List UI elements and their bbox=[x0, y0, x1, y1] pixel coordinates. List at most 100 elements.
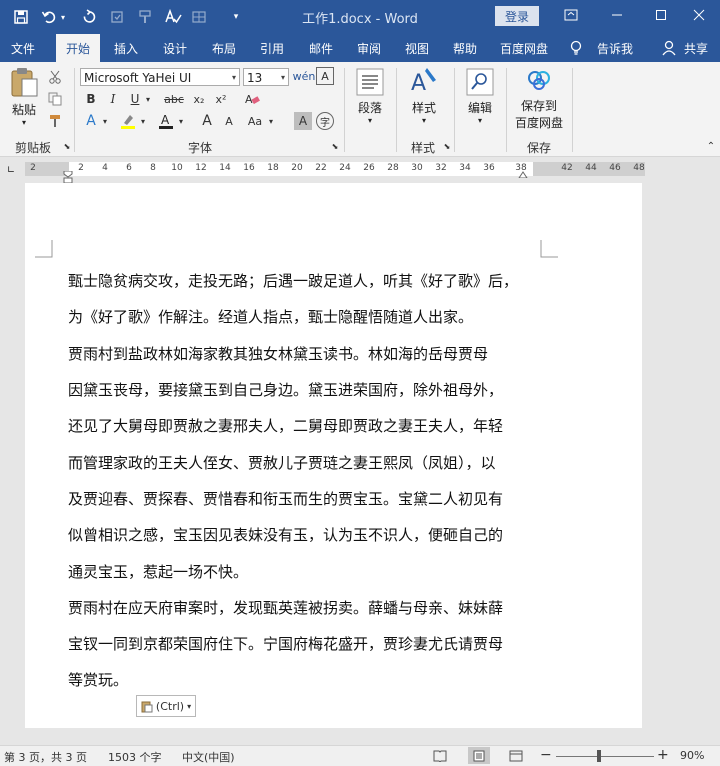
font-name-value: Microsoft YaHei UI bbox=[84, 71, 192, 85]
web-layout-icon[interactable] bbox=[508, 748, 524, 764]
paste-button[interactable]: 粘贴 ▾ bbox=[6, 66, 42, 127]
lightbulb-icon[interactable] bbox=[566, 34, 586, 62]
italic-button[interactable]: I bbox=[104, 90, 122, 108]
ruler-bar: 2 2 4 6 8 10 12 14 16 18 20 22 24 26 28 … bbox=[25, 162, 645, 176]
language-indicator[interactable]: 中文(中国) bbox=[182, 749, 235, 765]
bold-button[interactable]: B bbox=[82, 90, 100, 108]
highlight-icon[interactable] bbox=[118, 112, 138, 130]
subscript-button[interactable]: x₂ bbox=[190, 90, 208, 108]
phonetic-guide-icon[interactable]: wén bbox=[293, 67, 316, 85]
chevron-down-icon[interactable]: ▾ bbox=[232, 69, 236, 87]
undo-dropdown-icon[interactable]: ▾ bbox=[56, 0, 70, 34]
horizontal-ruler[interactable]: ∟ 2 2 4 6 8 10 12 14 16 18 20 22 24 26 2… bbox=[0, 157, 720, 183]
save-to-baidu-button[interactable]: 保存到 百度网盘 bbox=[512, 66, 566, 131]
clipboard-launcher-icon[interactable]: ⬊ bbox=[62, 141, 72, 151]
tab-home[interactable]: 开始 bbox=[56, 34, 100, 62]
ruler-tick: 6 bbox=[126, 163, 132, 173]
text-effects-dropdown-icon[interactable]: ▾ bbox=[100, 112, 110, 130]
person-icon[interactable] bbox=[660, 34, 678, 62]
format-painter-icon[interactable] bbox=[46, 112, 64, 130]
char-border-icon[interactable]: A bbox=[316, 67, 334, 85]
ruler-tick: 2 bbox=[30, 163, 36, 173]
tab-layout[interactable]: 布局 bbox=[204, 34, 244, 62]
margin-corner-marker bbox=[35, 240, 53, 258]
paste-options-button[interactable]: (Ctrl) ▾ bbox=[136, 695, 196, 717]
spelling-icon[interactable] bbox=[160, 0, 186, 34]
highlight-dropdown-icon[interactable]: ▾ bbox=[138, 112, 148, 130]
separator bbox=[454, 68, 455, 152]
ruler-tick: 34 bbox=[459, 163, 471, 173]
tab-baidu-netdisk[interactable]: 百度网盘 bbox=[494, 34, 554, 62]
font-launcher-icon[interactable]: ⬊ bbox=[330, 141, 340, 151]
zoom-slider-handle[interactable] bbox=[597, 750, 601, 762]
font-color-icon[interactable]: A bbox=[156, 112, 176, 130]
text-effects-icon[interactable]: A bbox=[82, 112, 100, 130]
ribbon-display-icon[interactable] bbox=[548, 0, 594, 30]
editing-button[interactable]: 编辑 ▾ bbox=[462, 68, 498, 125]
title-bar: ▾ ▾ 工作1.docx - Word 登录 bbox=[0, 0, 720, 34]
share-button[interactable]: 共享 bbox=[678, 34, 714, 62]
paste-dropdown-icon[interactable]: ▾ bbox=[6, 118, 42, 127]
tab-view[interactable]: 视图 bbox=[397, 34, 437, 62]
underline-button[interactable]: U bbox=[126, 90, 144, 108]
grow-font-button[interactable]: A bbox=[198, 112, 216, 130]
underline-dropdown-icon[interactable]: ▾ bbox=[143, 90, 153, 108]
ruler-tick: 2 bbox=[78, 163, 84, 173]
read-mode-icon[interactable] bbox=[432, 748, 448, 764]
char-shading-button[interactable]: A bbox=[294, 112, 312, 130]
tab-review[interactable]: 审阅 bbox=[349, 34, 389, 62]
zoom-level[interactable]: 90% bbox=[680, 749, 704, 762]
minimize-icon[interactable] bbox=[594, 0, 640, 30]
document-line: 宝钗一同到京都荣国府住下。宁国府梅花盛开，贾珍妻尤氏请贾母 bbox=[68, 635, 504, 653]
customize-dropdown-icon[interactable]: ▾ bbox=[226, 0, 246, 34]
zoom-out-button[interactable]: − bbox=[540, 747, 552, 763]
grid-icon[interactable] bbox=[186, 0, 212, 34]
cut-icon[interactable] bbox=[46, 68, 64, 86]
tab-mailings[interactable]: 邮件 bbox=[301, 34, 341, 62]
font-name-box[interactable]: Microsoft YaHei UI ▾ bbox=[80, 68, 240, 86]
tab-help[interactable]: 帮助 bbox=[445, 34, 485, 62]
ruler-tick: 8 bbox=[150, 163, 156, 173]
shrink-font-button[interactable]: A bbox=[220, 112, 238, 130]
paragraph-button[interactable]: 段落 ▾ bbox=[352, 68, 388, 125]
tab-references[interactable]: 引用 bbox=[252, 34, 292, 62]
ruler-tick: 28 bbox=[387, 163, 399, 173]
page-count[interactable]: 第 3 页，共 3 页 bbox=[4, 749, 87, 765]
ruler-tick: 32 bbox=[435, 163, 447, 173]
paste-options-label: (Ctrl) bbox=[155, 699, 185, 713]
zoom-slider-track[interactable] bbox=[556, 756, 654, 757]
login-button[interactable]: 登录 bbox=[495, 6, 539, 26]
enclose-char-button[interactable]: 字 bbox=[316, 112, 334, 130]
clear-format-icon[interactable]: A bbox=[242, 90, 262, 108]
tab-insert[interactable]: 插入 bbox=[106, 34, 146, 62]
font-color-dropdown-icon[interactable]: ▾ bbox=[176, 112, 186, 130]
zoom-in-button[interactable]: + bbox=[657, 747, 669, 763]
format-painter-icon[interactable] bbox=[132, 0, 158, 34]
touch-mode-icon[interactable] bbox=[104, 0, 130, 34]
copy-icon[interactable] bbox=[46, 90, 64, 108]
change-case-button[interactable]: Aa bbox=[244, 112, 266, 130]
superscript-button[interactable]: x² bbox=[212, 90, 230, 108]
styles-launcher-icon[interactable]: ⬊ bbox=[442, 141, 452, 151]
save-icon[interactable] bbox=[8, 0, 34, 34]
redo-icon[interactable] bbox=[76, 0, 102, 34]
document-page[interactable]: 甄士隐贫病交攻，走投无路；后遇一跛足道人，听其《好了歌》后， 为《好了歌》作解注… bbox=[25, 183, 642, 728]
font-size-box[interactable]: 13 ▾ bbox=[243, 68, 289, 86]
tab-design[interactable]: 设计 bbox=[155, 34, 195, 62]
tell-me-search[interactable]: 告诉我 bbox=[590, 34, 640, 62]
close-icon[interactable] bbox=[676, 0, 720, 30]
tab-file[interactable]: 文件 bbox=[0, 34, 46, 62]
indent-marker-icon[interactable] bbox=[62, 171, 74, 183]
word-count[interactable]: 1503 个字 bbox=[108, 749, 162, 765]
collapse-ribbon-icon[interactable]: ⌃ bbox=[704, 140, 718, 152]
change-case-dropdown-icon[interactable]: ▾ bbox=[266, 112, 276, 130]
svg-text:A: A bbox=[161, 113, 170, 127]
ruler-tick: 26 bbox=[363, 163, 375, 173]
editing-label: 编辑 bbox=[467, 101, 492, 115]
styles-button[interactable]: A 样式 ▾ bbox=[406, 66, 442, 125]
print-layout-icon[interactable] bbox=[468, 747, 490, 764]
right-indent-marker-icon[interactable] bbox=[517, 169, 529, 179]
chevron-down-icon[interactable]: ▾ bbox=[281, 69, 285, 87]
strikethrough-button[interactable]: abc bbox=[162, 90, 186, 108]
tab-selector-icon[interactable]: ∟ bbox=[4, 163, 18, 177]
